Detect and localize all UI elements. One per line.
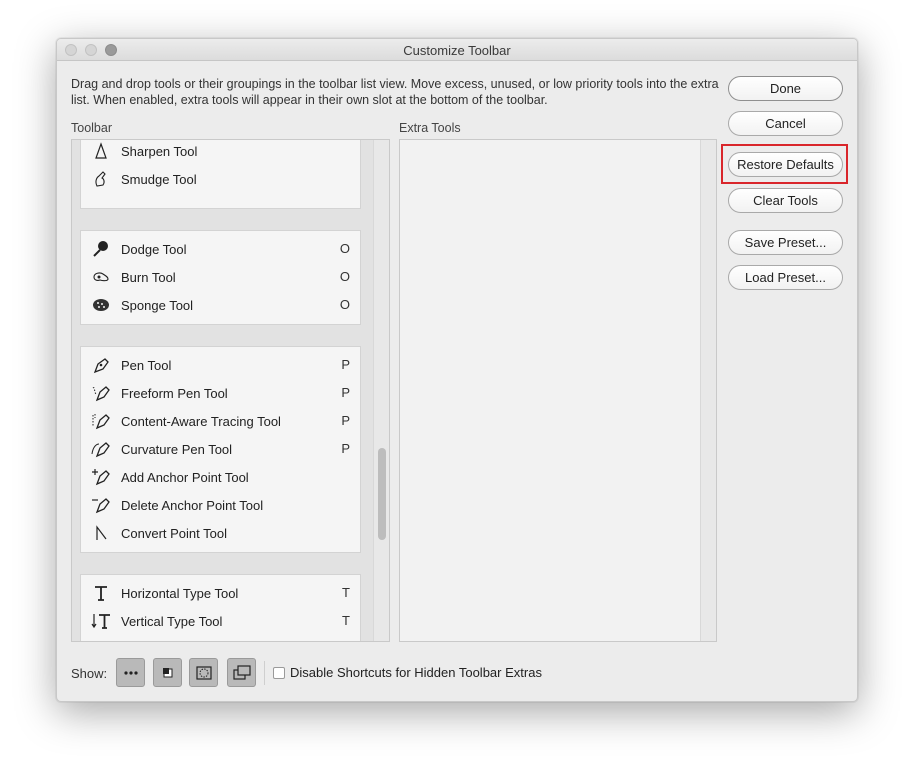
disable-shortcuts-checkbox[interactable] — [273, 667, 285, 679]
tool-row-convert-point[interactable]: Convert Point Tool — [81, 519, 360, 547]
tool-row-dodge[interactable]: Dodge Tool O — [81, 235, 360, 263]
done-button[interactable]: Done — [728, 76, 843, 101]
tool-group-sharpen[interactable]: Sharpen Tool Smudge Tool — [80, 140, 361, 209]
tool-row-vertical-type[interactable]: Vertical Type Tool T — [81, 607, 360, 635]
show-more-options-toggle[interactable] — [116, 658, 145, 687]
dodge-icon — [91, 240, 111, 258]
tool-shortcut: T — [342, 613, 350, 628]
tool-shortcut: P — [341, 413, 350, 428]
extra-tools-label: Extra Tools — [399, 121, 461, 135]
tool-group-pen[interactable]: Pen Tool P Freeform Pen Tool P Content-A… — [80, 346, 361, 553]
tool-group-dodge[interactable]: Dodge Tool O Burn Tool O Sponge Tool O — [80, 230, 361, 325]
tool-shortcut: O — [339, 269, 350, 284]
tool-shortcut: O — [339, 241, 350, 256]
tool-name: Vertical Type Tool — [121, 614, 223, 629]
tool-shortcut: T — [342, 585, 350, 600]
tool-name: Dodge Tool — [121, 242, 187, 257]
tool-shortcut: P — [341, 441, 350, 456]
tool-name: Freeform Pen Tool — [121, 386, 228, 401]
tool-row-delete-anchor-point[interactable]: Delete Anchor Point Tool — [81, 491, 360, 519]
tool-row-horizontal-type[interactable]: Horizontal Type Tool T — [81, 579, 360, 607]
extra-tools-scrollbar[interactable] — [700, 140, 716, 641]
load-preset-button[interactable]: Load Preset... — [728, 265, 843, 290]
vertical-type-icon — [91, 612, 111, 630]
extra-tools-list[interactable] — [399, 139, 717, 642]
show-screen-mode-toggle[interactable] — [227, 658, 256, 687]
tool-name: Smudge Tool — [121, 172, 197, 187]
window-title: Customize Toolbar — [403, 43, 511, 58]
toolbar-list-scrollbar[interactable] — [373, 140, 389, 641]
horizontal-type-icon — [91, 584, 111, 602]
content-aware-tracing-icon — [91, 412, 111, 430]
tool-row-freeform-pen[interactable]: Freeform Pen Tool P — [81, 379, 360, 407]
tool-row-sharpen[interactable]: Sharpen Tool — [81, 140, 360, 165]
burn-icon — [91, 268, 111, 286]
instructions-text: Drag and drop tools or their groupings i… — [71, 77, 719, 107]
tool-shortcut: P — [341, 357, 350, 372]
screen-mode-icon — [233, 665, 251, 680]
disable-shortcuts-label[interactable]: Disable Shortcuts for Hidden Toolbar Ext… — [290, 665, 542, 680]
tool-row-smudge[interactable]: Smudge Tool — [81, 165, 360, 193]
bottom-bar: Show: Disable Shortcuts for Hidden Toolb… — [57, 653, 857, 693]
smudge-icon — [91, 170, 111, 188]
sharpen-icon — [91, 142, 111, 160]
toolbar-list-scroll-thumb[interactable] — [378, 448, 386, 540]
tool-name: Horizontal Type Tool — [121, 586, 239, 601]
tool-row-add-anchor-point[interactable]: Add Anchor Point Tool — [81, 463, 360, 491]
tool-name: Convert Point Tool — [121, 526, 227, 541]
bottom-separator — [264, 661, 265, 685]
save-preset-button[interactable]: Save Preset... — [728, 230, 843, 255]
cancel-button[interactable]: Cancel — [728, 111, 843, 136]
tool-group-type[interactable]: Horizontal Type Tool T Vertical Type Too… — [80, 574, 361, 641]
show-foreground-background-toggle[interactable] — [153, 658, 182, 687]
foreground-background-icon — [163, 668, 173, 678]
title-bar[interactable]: Customize Toolbar — [57, 39, 857, 61]
tool-name: Burn Tool — [121, 270, 176, 285]
pen-icon — [91, 356, 111, 374]
tool-shortcut: P — [341, 385, 350, 400]
sponge-icon — [91, 296, 111, 314]
show-label: Show: — [71, 666, 108, 681]
customize-toolbar-dialog: Customize Toolbar Drag and drop tools or… — [56, 38, 858, 702]
tool-row-pen[interactable]: Pen Tool P — [81, 351, 360, 379]
add-anchor-point-icon — [91, 468, 111, 486]
tool-row-burn[interactable]: Burn Tool O — [81, 263, 360, 291]
tool-name: Sharpen Tool — [121, 144, 198, 159]
restore-defaults-button[interactable]: Restore Defaults — [728, 152, 843, 177]
tool-name: Content-Aware Tracing Tool — [121, 414, 281, 429]
tool-row-curvature-pen[interactable]: Curvature Pen Tool P — [81, 435, 360, 463]
toolbar-list[interactable]: Sharpen Tool Smudge Tool Dodge Tool O Bu… — [71, 139, 390, 642]
clear-tools-button[interactable]: Clear Tools — [728, 188, 843, 213]
tool-row-content-aware-tracing[interactable]: Content-Aware Tracing Tool P — [81, 407, 360, 435]
more-options-icon — [124, 671, 138, 675]
tool-name: Delete Anchor Point Tool — [121, 498, 264, 513]
tool-shortcut: O — [339, 297, 350, 312]
tool-name: Pen Tool — [121, 358, 172, 373]
freeform-pen-icon — [91, 384, 111, 402]
tool-name: Sponge Tool — [121, 298, 194, 313]
show-quick-mask-toggle[interactable] — [189, 658, 218, 687]
quick-mask-icon — [196, 666, 212, 680]
curvature-pen-icon — [91, 440, 111, 458]
tool-name: Curvature Pen Tool — [121, 442, 233, 457]
toolbar-list-label: Toolbar — [71, 121, 112, 135]
tool-row-sponge[interactable]: Sponge Tool O — [81, 291, 360, 319]
convert-point-icon — [91, 524, 111, 542]
tool-name: Add Anchor Point Tool — [121, 470, 249, 485]
delete-anchor-point-icon — [91, 496, 111, 514]
